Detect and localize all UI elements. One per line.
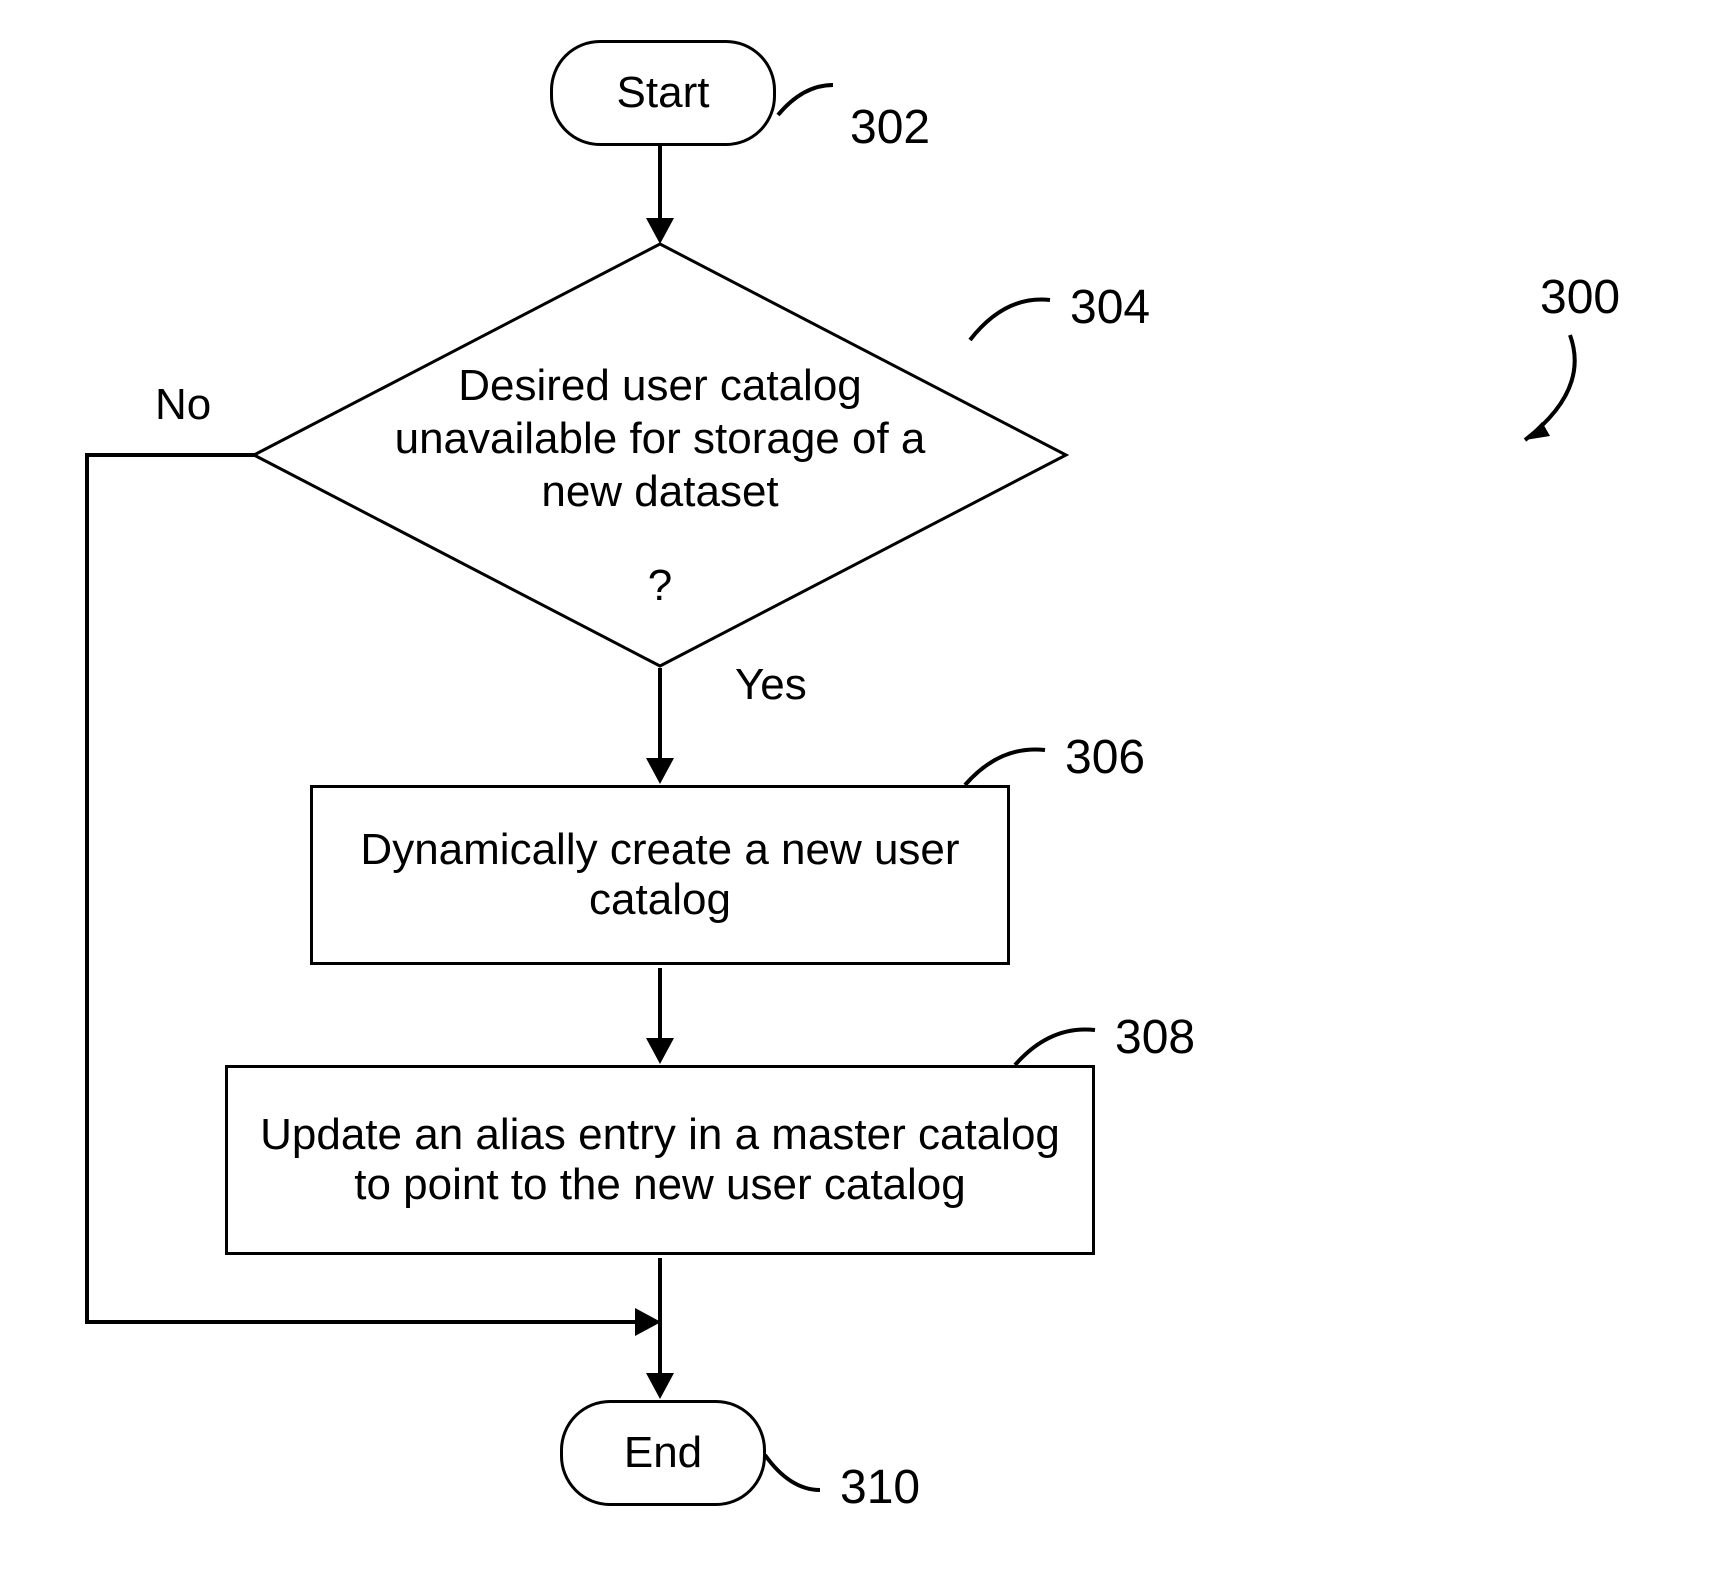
start-ref-leader: [773, 80, 843, 130]
process1-ref-leader: [960, 740, 1050, 795]
no-path-head: [635, 1308, 661, 1336]
decision-ref: 304: [1070, 280, 1150, 335]
decision-question: ?: [645, 560, 675, 613]
decision-text: Desired user catalog unavailable for sto…: [380, 360, 940, 518]
figure-ref: 300: [1540, 270, 1620, 325]
no-path-v: [85, 453, 89, 1322]
figure-ref-leader: [1500, 330, 1610, 460]
arrow-decision-process1-head: [646, 758, 674, 784]
process-update-alias: Update an alias entry in a master catalo…: [225, 1065, 1095, 1255]
process1-text: Dynamically create a new user catalog: [323, 825, 997, 925]
process1-ref: 306: [1065, 730, 1145, 785]
end-label: End: [624, 1428, 702, 1478]
yes-label: Yes: [735, 660, 807, 710]
decision-ref-leader: [965, 290, 1055, 350]
no-label: No: [155, 380, 211, 430]
process2-text: Update an alias entry in a master catalo…: [238, 1110, 1082, 1210]
arrow-process1-process2: [658, 968, 662, 1038]
no-path-h2: [85, 1320, 635, 1324]
arrow-start-decision: [658, 143, 662, 218]
end-ref-leader: [760, 1450, 830, 1500]
arrow-decision-process1: [658, 668, 662, 758]
process2-ref: 308: [1115, 1010, 1195, 1065]
start-node: Start: [550, 40, 776, 146]
start-ref: 302: [850, 100, 930, 155]
end-ref: 310: [840, 1460, 920, 1515]
no-path-h1: [85, 453, 255, 457]
arrow-process2-end-head: [646, 1373, 674, 1399]
process-create-catalog: Dynamically create a new user catalog: [310, 785, 1010, 965]
decision-node: Desired user catalog unavailable for sto…: [250, 240, 1070, 670]
end-node: End: [560, 1400, 766, 1506]
process2-ref-leader: [1010, 1020, 1100, 1075]
arrow-process1-process2-head: [646, 1038, 674, 1064]
start-label: Start: [617, 68, 710, 118]
flowchart: 300 Start 302 Desired user catalog unava…: [0, 0, 1714, 1573]
